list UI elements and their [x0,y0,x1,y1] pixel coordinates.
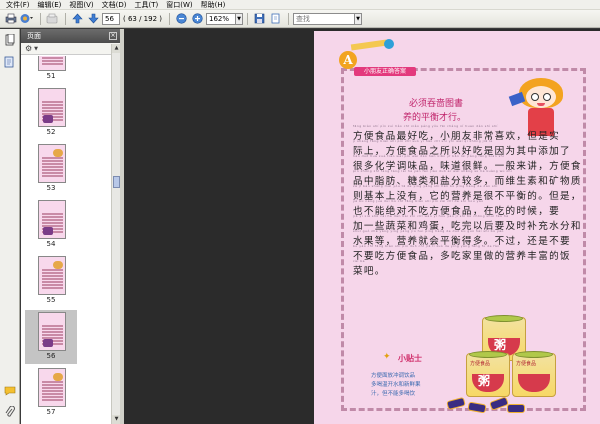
page-thumbnail[interactable]: 55 [25,254,77,308]
thumbnail-preview [38,256,66,295]
text-line: jì shang fāng biàn shí pǐn zhī suǒ yǐ hǎ… [353,139,575,157]
zoom-input[interactable] [206,12,236,25]
menu-bar: 文件(F) 编辑(E) 视图(V) 文档(D) 工具(T) 窗口(W) 帮助(H… [0,0,600,10]
text-line: yě bù néng jué duì bù chī fāng biàn shí … [353,199,575,217]
tip-line: 多喝温开水和新鲜果 [371,382,421,388]
attachments-panel-icon[interactable] [3,55,16,68]
options-icon[interactable]: ⚙ [25,44,32,53]
answer-ribbon: 小朋友正确答案 [354,67,416,76]
thumbnail-preview [38,144,66,183]
page-thumbnail[interactable]: 53 [25,142,77,196]
print-icon[interactable] [4,12,18,26]
candy-image [507,404,525,413]
save-icon[interactable] [252,12,266,26]
page-thumbnail[interactable]: 54 [25,198,77,252]
toolbar-separator [247,12,248,25]
thumbnail-preview [38,200,66,239]
zoom-dropdown-icon[interactable]: ▼ [236,12,243,25]
email-icon[interactable] [20,12,34,26]
page-thumbnail[interactable]: 52 [25,86,77,140]
thumbnail-label: 53 [46,184,56,192]
tip-title: 小贴士 [398,354,422,363]
menu-document[interactable]: 文档(D) [98,0,131,10]
thumbnail-preview [38,312,66,351]
tip-line: 方便面放冲调饮品 [371,373,416,379]
zoom-in-icon[interactable] [190,12,204,26]
menu-edit[interactable]: 编辑(E) [34,0,66,10]
text-line: bù yào chī fāng biàn shí pǐn duō chī jiā… [353,244,575,262]
document-page: A 小朋友正确答案 必须吞啬图書 养的平衡才行。 fāng biàn shí p… [314,31,600,424]
pages-icon[interactable] [3,33,16,46]
text-line: hěn duō huà xué tiáo wèi pǐn wèi dao hěn… [353,154,580,172]
next-page-icon[interactable] [86,12,100,26]
thumbnail-label: 51 [46,72,56,80]
toolbar-separator [40,12,41,25]
page-thumbnail[interactable]: 51 [25,56,77,84]
pages-panel: 页面 × ⚙ ▼ 51 52 53 54 55 56 57 [21,29,120,424]
heading-line-2: 养的平衡才行。 [403,113,467,123]
pages-panel-toolbar: ⚙ ▼ [21,43,120,55]
thumbnail-scrollbar[interactable]: ▲ ▼ [111,44,121,424]
hanzi-line: 菜吧。 [353,266,386,277]
hand-icon[interactable] [45,12,59,26]
thumbnail-label: 52 [46,128,56,136]
text-line: shuǐ guǒ zhè yàng yíng yǎng jiù huì píng… [353,229,575,247]
menu-view[interactable]: 视图(V) [65,0,97,10]
star-icon: ✦ [383,352,391,362]
zoom-out-icon[interactable] [174,12,188,26]
text-line: cài ba 菜吧。 [353,259,575,277]
document-view: A 小朋友正确答案 必须吞啬图書 养的平衡才行。 fāng biàn shí p… [124,29,600,424]
text-line: zé jī běn shang méi yǒu tā de yíng yǎng … [353,184,580,202]
find-dropdown-icon[interactable]: ▼ [355,12,362,25]
previous-page-icon[interactable] [70,12,84,26]
page-count: ( 63 / 192 ) [123,14,162,23]
thumbnail-preview [38,368,66,407]
paperclip-icon[interactable] [3,405,16,418]
menu-help[interactable]: 帮助(H) [197,0,230,10]
pdf-reader-window: 文件(F) 编辑(E) 视图(V) 文档(D) 工具(T) 窗口(W) 帮助(H… [0,0,600,424]
thumbnail-preview [38,56,66,71]
text-line: fāng biàn shí pǐn zuì hǎo chī xiǎo péng … [353,124,575,142]
page-number-input[interactable] [102,12,120,25]
toolbar-separator [288,12,289,25]
thumbnail-label: 57 [46,408,56,416]
thumbnail-label: 54 [46,240,56,248]
candy-image [467,401,487,414]
pages-panel-header: 页面 × [21,29,120,43]
find-input[interactable] [293,12,355,25]
page-thumbnail[interactable]: 56 [25,310,77,364]
toolbar-separator [169,12,170,25]
article-body: fāng biàn shí pǐn zuì hǎo chī xiǎo péng … [353,124,580,277]
pencil-decoration [350,39,388,51]
noodle-cup-image: 方便食品 [512,351,556,397]
thumbnail-list: 51 52 53 54 55 56 57 [21,56,111,424]
toolbar: ( 63 / 192 ) ▼ ▼ [0,10,600,28]
text-line: jiā yì xiē shū cài hé dàn bái zhì chī wá… [353,214,580,232]
comments-icon[interactable] [3,384,16,397]
text-line: pǐn zhōng zhī fáng táng lèi hé yán fèn j… [353,169,580,187]
close-icon[interactable]: × [109,32,117,40]
thumbnail-label: 56 [46,352,56,360]
fit-page-icon[interactable] [268,12,282,26]
menu-tools[interactable]: 工具(T) [131,0,163,10]
can-label: 方便食品 [516,361,537,367]
ball-decoration [384,39,394,49]
menu-window[interactable]: 窗口(W) [162,0,196,10]
page-thumbnail[interactable]: 57 [25,366,77,420]
noodle-cup-image: 方便食品 粥 [466,351,510,397]
can-label: 方便食品 [470,361,491,367]
tip-line: 汁，但不能多喝饮 [371,391,416,397]
menu-file[interactable]: 文件(F) [2,0,34,10]
toolbar-separator [65,12,66,25]
chevron-down-icon[interactable]: ▼ [34,46,38,52]
pages-panel-title: 页面 [27,32,41,40]
heading-line-1: 必须吞啬图書 [409,99,464,109]
thumbnail-preview [38,88,66,127]
navigation-rail [0,29,20,424]
scrollbar-thumb[interactable] [113,176,120,188]
can-logo: 粥 [478,374,491,388]
thumbnail-label: 55 [46,296,56,304]
